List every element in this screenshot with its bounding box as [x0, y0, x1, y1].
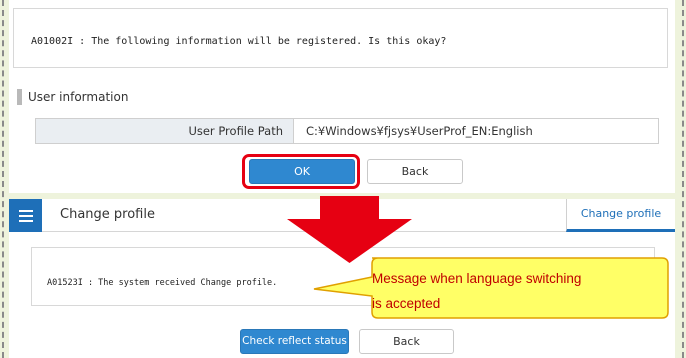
- confirmation-message-box: A01002I : The following information will…: [13, 8, 668, 68]
- callout-line-2: is accepted: [372, 296, 441, 311]
- confirmation-panel: A01002I : The following information will…: [9, 0, 675, 193]
- callout-line-1: Message when language switching: [372, 271, 582, 286]
- ok-button[interactable]: OK: [249, 159, 355, 184]
- down-arrow-icon: [287, 196, 412, 263]
- hamburger-menu-icon[interactable]: [9, 199, 42, 232]
- callout-text: Message when language switching is accep…: [372, 266, 660, 316]
- user-profile-path-value: C:¥Windows¥fjsys¥UserProf_EN:English: [306, 124, 533, 138]
- user-information-table: User Profile Path C:¥Windows¥fjsys¥UserP…: [35, 118, 659, 144]
- section-title: User information: [28, 90, 129, 104]
- user-information-section-header: User information: [17, 88, 128, 106]
- tab-change-profile[interactable]: Change profile: [566, 199, 675, 232]
- back-button[interactable]: Back: [367, 159, 463, 184]
- result-message: A01523I : The system received Change pro…: [47, 278, 278, 288]
- confirmation-message: A01002I : The following information will…: [31, 36, 447, 47]
- page-title: Change profile: [60, 207, 155, 222]
- check-reflect-status-button[interactable]: Check reflect status: [240, 329, 349, 354]
- back-button-2[interactable]: Back: [359, 329, 454, 354]
- user-profile-path-label: User Profile Path: [36, 119, 294, 143]
- section-marker: [17, 89, 22, 105]
